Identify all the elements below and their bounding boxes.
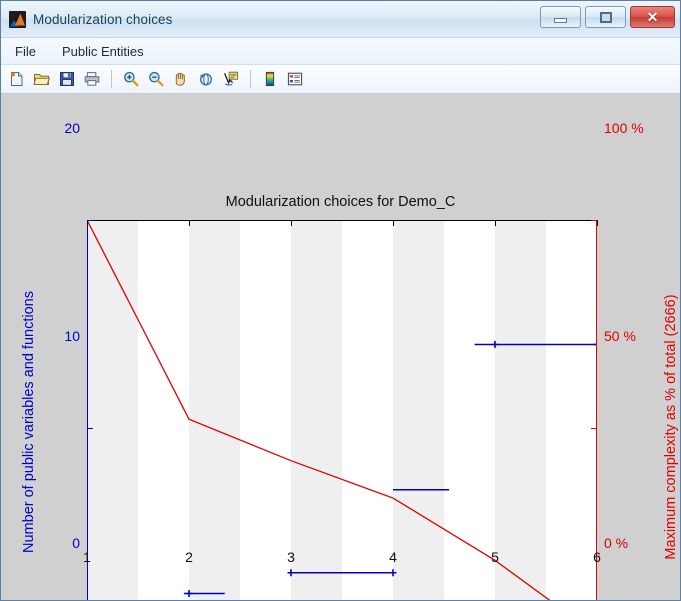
legend-button[interactable] — [284, 68, 306, 90]
data-cursor-button[interactable] — [220, 68, 242, 90]
zoom-in-button[interactable] — [120, 68, 142, 90]
figure-canvas: Modularization choices for Demo_C Number… — [1, 94, 680, 600]
colorbar-icon — [265, 71, 275, 87]
x-tick-label: 5 — [491, 549, 499, 565]
title-bar: Modularization choices ✕ — [1, 1, 680, 38]
maximize-button[interactable] — [585, 6, 626, 28]
save-button[interactable] — [56, 68, 78, 90]
window-title: Modularization choices — [33, 11, 173, 27]
pan-hand-icon — [175, 72, 185, 86]
chart-title: Modularization choices for Demo_C — [225, 194, 456, 210]
minimize-button[interactable] — [540, 6, 581, 28]
print-icon — [84, 72, 100, 86]
toolbar-separator-2 — [250, 70, 251, 88]
matlab-icon — [9, 10, 26, 28]
y-left-tick-label: 10 — [64, 327, 80, 344]
axis-top — [87, 220, 597, 221]
close-button[interactable]: ✕ — [630, 6, 675, 28]
rotate-3d-icon — [199, 73, 213, 86]
data-point-marker — [491, 341, 499, 348]
x-tick-label: 6 — [593, 549, 601, 565]
x-tick-label: 2 — [185, 549, 193, 565]
plot-area[interactable] — [87, 220, 598, 600]
y-right-tick-label: 0 % — [604, 535, 629, 551]
new-file-button[interactable] — [6, 68, 28, 90]
y-axis-left — [87, 220, 88, 600]
minimize-icon — [554, 17, 567, 23]
x-tick-label: 3 — [287, 549, 295, 565]
axis-tick — [291, 220, 292, 226]
data-point-marker — [389, 569, 397, 577]
maximize-icon — [599, 11, 612, 23]
rotate-3d-button[interactable] — [195, 68, 217, 90]
legend-icon — [287, 72, 303, 86]
axis-tick — [591, 427, 597, 429]
colorbar-button[interactable] — [259, 68, 281, 90]
print-button[interactable] — [81, 68, 103, 90]
axis-tick — [87, 427, 93, 429]
y-right-tick-label: 100 % — [604, 120, 644, 136]
menu-file[interactable]: File — [13, 42, 38, 61]
y-right-tick-label: 50 % — [604, 327, 636, 344]
axis-tick — [495, 220, 496, 226]
axis-tick — [597, 220, 598, 226]
zoom-out-icon — [149, 71, 164, 87]
toolbar-separator-1 — [111, 70, 112, 88]
y-axis-left-label: Number of public variables and functions — [21, 291, 37, 553]
x-tick-label: 4 — [389, 549, 397, 565]
tool-bar — [1, 65, 680, 94]
axis-tick — [189, 220, 190, 226]
menu-public-entities[interactable]: Public Entities — [60, 42, 146, 61]
data-point-marker — [287, 569, 295, 577]
menu-bar: File Public Entities — [1, 38, 680, 65]
data-cursor-icon — [224, 71, 239, 86]
save-icon — [60, 72, 74, 86]
y-left-tick-label: 0 — [72, 535, 80, 551]
pan-button[interactable] — [170, 68, 192, 90]
axis-tick — [591, 220, 597, 221]
data-point-marker — [185, 590, 193, 597]
x-tick-label: 1 — [83, 549, 91, 565]
close-icon: ✕ — [646, 9, 659, 25]
window-controls: ✕ — [540, 6, 675, 28]
zoom-out-button[interactable] — [145, 68, 167, 90]
open-folder-icon — [33, 74, 51, 85]
new-file-icon — [11, 72, 23, 86]
figure-window: Modularization choices ✕ File Public Ent… — [0, 0, 681, 601]
y-axis-right — [596, 220, 597, 600]
complexity-line — [87, 220, 551, 600]
y-left-tick-label: 20 — [64, 120, 80, 136]
data-series-layer — [87, 220, 597, 600]
zoom-in-icon — [124, 71, 139, 87]
axis-tick — [393, 220, 394, 226]
axis-tick — [87, 220, 93, 221]
open-folder-button[interactable] — [31, 68, 53, 90]
y-axis-right-label: Maximum complexity as % of total (2666) — [663, 294, 679, 560]
